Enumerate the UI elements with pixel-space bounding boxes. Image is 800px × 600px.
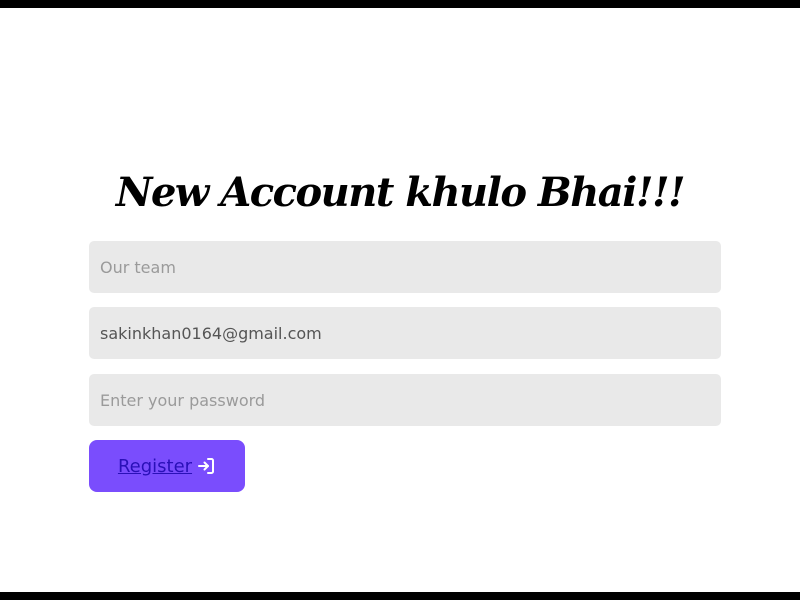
email-field[interactable]	[89, 307, 721, 359]
page: New Account khulo Bhai!!! Register	[0, 8, 800, 592]
login-arrow-icon	[196, 456, 216, 476]
password-field[interactable]	[89, 374, 721, 426]
page-title: New Account khulo Bhai!!!	[115, 169, 686, 216]
register-button[interactable]: Register	[89, 440, 245, 492]
name-input[interactable]	[89, 241, 721, 293]
register-button-label: Register	[117, 455, 193, 477]
